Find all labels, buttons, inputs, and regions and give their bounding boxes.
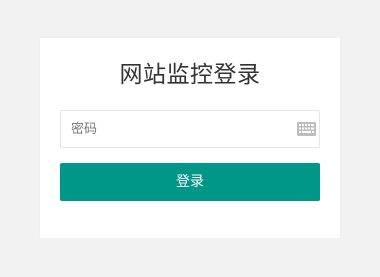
- login-card: 网站监控登录 登录: [40, 38, 340, 238]
- password-input[interactable]: [61, 111, 287, 147]
- password-field[interactable]: [60, 110, 320, 148]
- keyboard-icon[interactable]: [297, 122, 316, 136]
- page-title: 网站监控登录: [119, 62, 261, 88]
- login-button[interactable]: 登录: [60, 163, 320, 201]
